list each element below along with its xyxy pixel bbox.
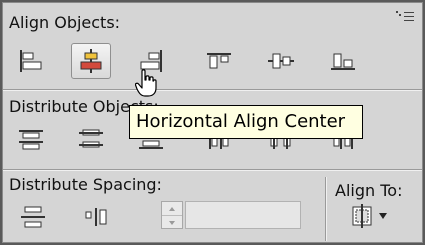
vertical-align-bottom-icon — [331, 53, 355, 70]
vertical-distribute-top-button[interactable] — [11, 121, 51, 157]
vertical-align-center-button[interactable] — [261, 43, 301, 79]
vertical-distribute-top-icon — [19, 130, 43, 150]
section-vertical-separator — [325, 177, 327, 241]
stepper-up-icon[interactable] — [162, 202, 182, 216]
align-panel: Align Objects: Distribute Objects: Distr… — [2, 2, 423, 243]
vertical-distribute-space-button[interactable] — [13, 199, 53, 235]
spacing-value-control — [161, 201, 303, 231]
chevron-down-icon — [379, 213, 387, 219]
vertical-align-top-icon — [207, 53, 231, 69]
tooltip: Horizontal Align Center — [129, 105, 363, 139]
horizontal-distribute-space-icon — [85, 208, 107, 226]
horizontal-align-left-button[interactable] — [11, 43, 51, 79]
align-objects-title: Align Objects: — [9, 13, 121, 32]
panel-menu-icon[interactable] — [394, 9, 416, 23]
spacing-value-field[interactable] — [185, 201, 301, 229]
horizontal-align-center-button[interactable] — [71, 43, 111, 79]
horizontal-distribute-space-button[interactable] — [77, 199, 117, 235]
hand-cursor-icon — [134, 69, 157, 101]
vertical-distribute-center-button[interactable] — [71, 121, 111, 157]
vertical-distribute-space-icon — [21, 206, 45, 228]
vertical-distribute-center-icon — [79, 129, 103, 148]
spacing-stepper[interactable] — [161, 201, 183, 229]
align-to-dropdown[interactable] — [349, 199, 403, 233]
section-separator — [3, 169, 422, 171]
section-separator — [3, 89, 422, 91]
horizontal-align-left-icon — [20, 50, 42, 72]
stepper-down-icon[interactable] — [162, 216, 182, 229]
align-to-selection-icon — [352, 204, 372, 228]
distribute-spacing-title: Distribute Spacing: — [9, 175, 162, 194]
horizontal-align-center-icon — [80, 49, 102, 73]
align-to-title: Align To: — [335, 181, 403, 200]
vertical-align-bottom-button[interactable] — [323, 43, 363, 79]
vertical-align-center-icon — [268, 53, 294, 69]
vertical-align-top-button[interactable] — [199, 43, 239, 79]
